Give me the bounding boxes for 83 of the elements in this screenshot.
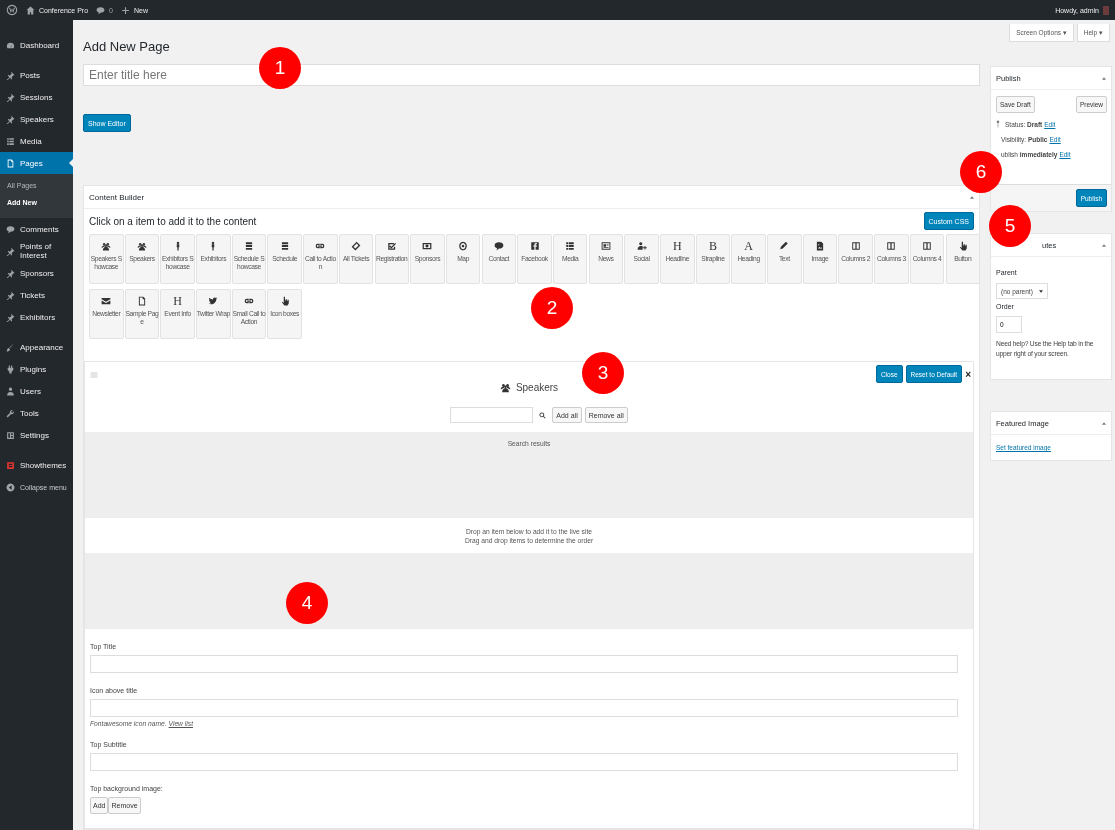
pin-icon [6,268,15,278]
settings-icon [6,430,15,440]
people-icon [136,241,147,252]
newspaper-icon [600,241,611,252]
speech-bubble-icon [493,241,504,252]
bird-icon [208,296,219,307]
banknote-icon [422,241,433,252]
wrench-icon [6,408,15,418]
pin-icon [6,312,15,322]
letter-icon: H [173,296,182,307]
grid-list-icon [565,241,576,252]
sidebar-item[interactable]: Media [0,130,73,152]
pin-icon [6,290,15,300]
instruction-text: Click on a item to add it to the content [89,215,257,227]
home-icon [26,5,35,15]
gauge-icon [6,40,15,50]
map-pin-icon [458,241,469,252]
pin-icon [6,92,15,102]
input-field[interactable] [90,699,958,718]
list-icon [279,241,290,252]
comment-icon[interactable] [96,5,106,15]
numbered-callout: 1 [259,47,301,89]
drag-handle-icon[interactable] [90,371,98,380]
sidebar-item[interactable]: Tickets [0,284,73,306]
sidebar-item[interactable]: Plugins [0,358,73,380]
collapse-arrow-icon[interactable] [1102,243,1106,247]
pin-icon [6,246,15,256]
hand-pointer-icon [279,296,290,307]
collapse-arrow-icon[interactable] [1102,421,1106,425]
image-icon [815,241,825,252]
columns-icon [922,241,933,252]
hand-pointer-icon [957,241,968,252]
collapse-icon [6,482,15,492]
avatar-icon [1103,5,1109,15]
close-icon[interactable]: × [965,368,971,380]
list-icon [244,241,254,252]
wordpress-logo-icon[interactable] [6,4,18,16]
plus-icon [120,5,130,15]
page-icon [6,158,15,168]
speech-bubble-icon [6,224,15,234]
logo-icon [6,460,15,470]
input-field[interactable] [90,655,958,674]
page-icon [136,296,147,307]
page-title: Add New Page [83,39,171,55]
input-field[interactable] [90,753,958,772]
sidebar-item[interactable]: Sessions [0,86,73,108]
sidebar-item[interactable]: Showthemes [0,454,73,476]
plug-icon [6,364,15,374]
columns-icon [850,241,861,252]
panel-title: Content Builder [89,192,145,202]
pencil-icon [779,241,790,252]
sidebar-item[interactable]: Pages [0,152,73,174]
people-icon [499,382,511,394]
letter-icon: B [708,241,717,252]
user-plus-icon [636,241,647,252]
caret-icon [1038,289,1043,293]
pin-icon [6,70,15,80]
sidebar-item[interactable]: Posts [0,64,73,86]
sidebar-item[interactable]: Sponsors [0,262,73,284]
search-icon[interactable] [539,411,547,419]
checkbox-icon [386,241,397,252]
sidebar-item[interactable]: Points of Interest [0,240,73,262]
collapse-arrow-icon[interactable] [970,195,974,199]
sidebar-item[interactable]: Speakers [0,108,73,130]
facebook-icon [529,241,540,252]
people-icon [101,241,112,252]
user-icon [6,386,15,396]
search-field[interactable] [450,407,534,424]
pin-icon [6,114,15,124]
sidebar-item[interactable]: Exhibitors [0,306,73,328]
columns-icon [886,241,897,252]
ticket-icon [351,241,362,252]
sidebar-item[interactable]: Comments [0,218,73,240]
module-title: Speakers [515,382,559,394]
letter-icon: A [744,241,753,252]
sidebar-item[interactable]: Users [0,380,73,402]
collapse-arrow-icon[interactable] [1102,76,1106,80]
envelope-icon [101,296,112,307]
sidebar-item[interactable]: Dashboard [0,34,73,56]
letter-icon: H [672,241,682,252]
sidebar-item[interactable]: Tools [0,402,73,424]
sidebar-item[interactable]: Settings [0,424,73,446]
sidebar-item[interactable]: Appearance [0,336,73,358]
